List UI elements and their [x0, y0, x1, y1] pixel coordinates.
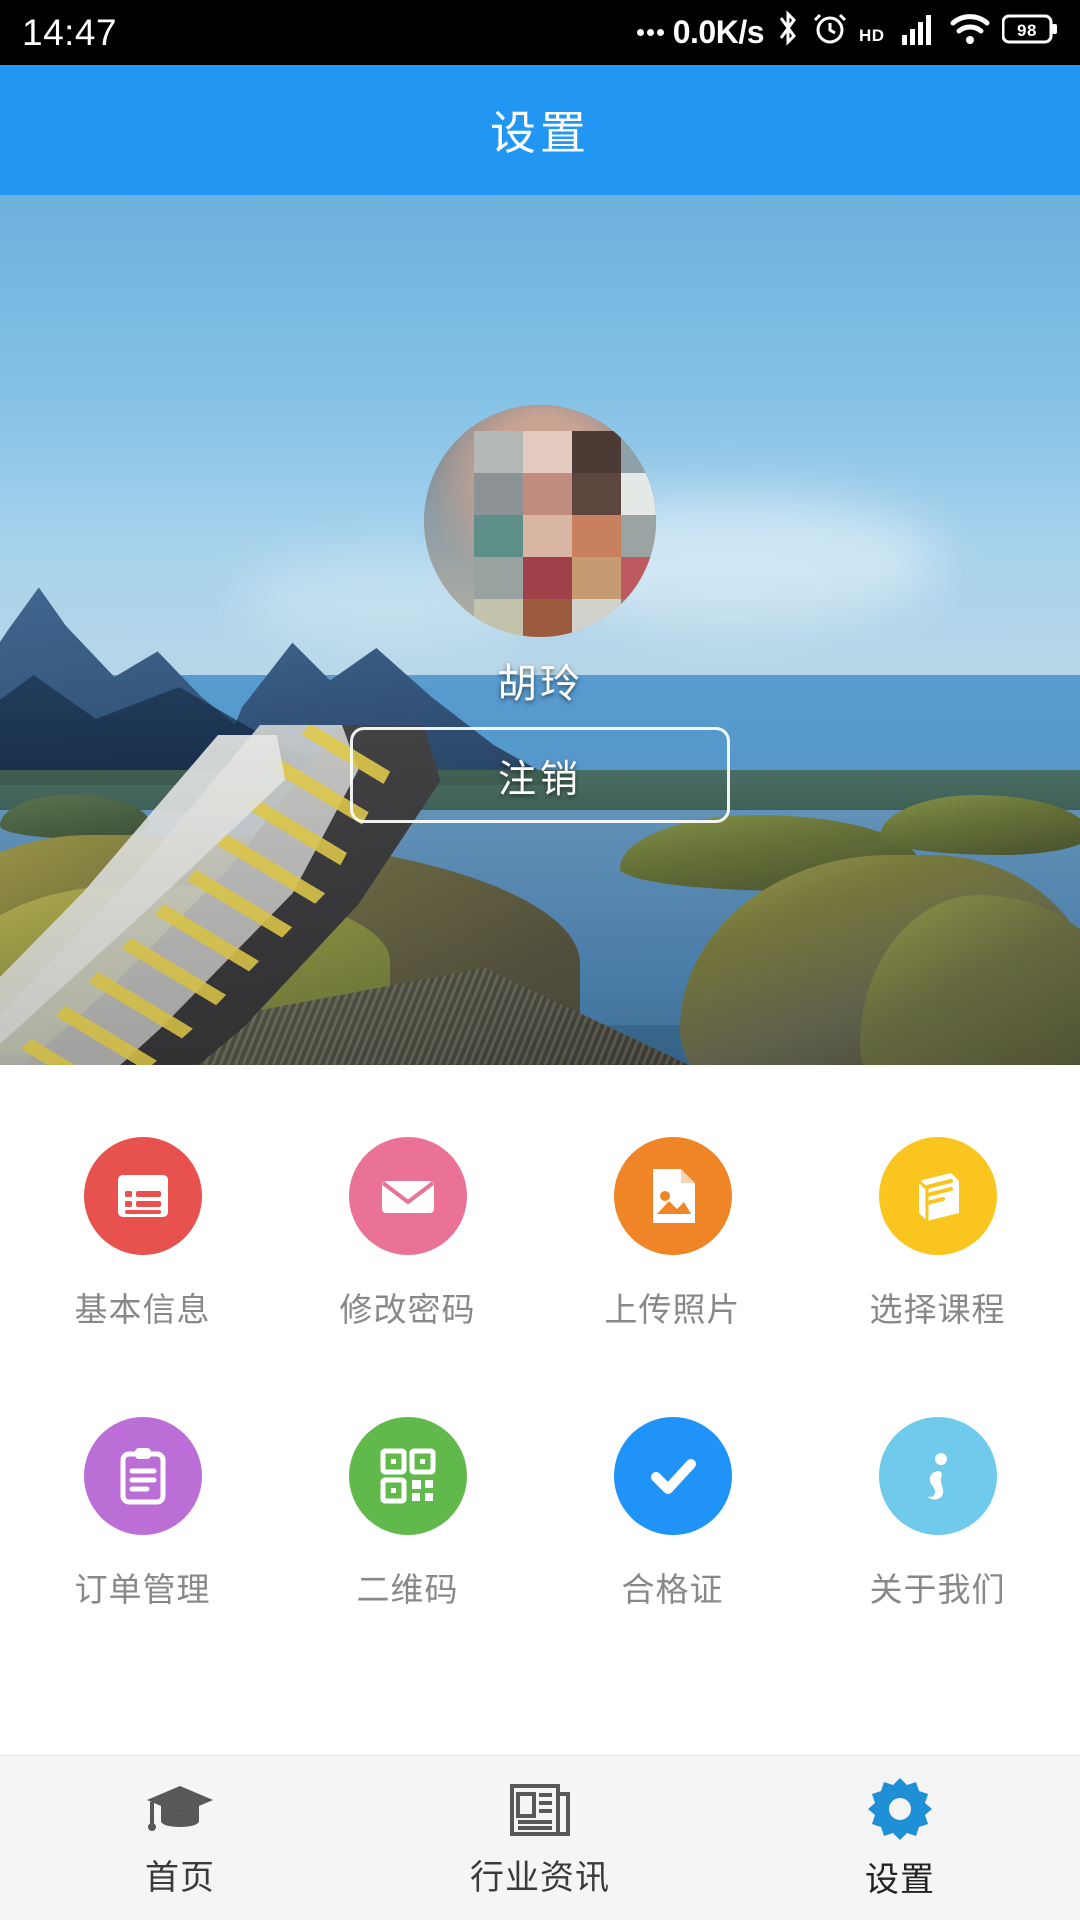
hd-icon: HD	[859, 12, 889, 54]
menu-item-label: 选择课程	[869, 1291, 1006, 1328]
page-title: 设置	[490, 107, 590, 159]
menu-item-label: 修改密码	[339, 1291, 476, 1328]
mosaic-block	[621, 431, 656, 473]
menu-item-label: 基本信息	[74, 1291, 211, 1328]
menu-item-label: 上传照片	[604, 1291, 741, 1328]
mosaic-block	[621, 557, 656, 599]
mosaic-block	[572, 431, 621, 473]
mosaic-block	[474, 599, 523, 637]
mosaic-block	[621, 515, 656, 557]
mosaic-block	[572, 515, 621, 557]
menu-row: 基本信息 修改密码 上传照片 选择课程	[0, 1137, 1080, 1417]
nav-item-label: 设置	[865, 1860, 935, 1899]
bottom-navigation-bar: 首页 行业资讯 设置	[0, 1755, 1080, 1920]
menu-item-label: 合格证	[621, 1571, 724, 1608]
photo-file-icon	[613, 1137, 732, 1255]
mosaic-block	[572, 557, 621, 599]
nav-item-graduation-cap[interactable]: 首页	[0, 1756, 360, 1920]
ellipsis-icon	[636, 29, 664, 36]
mosaic-block	[474, 557, 523, 599]
hero-banner: 胡玲 注销	[0, 195, 1080, 1065]
mosaic-block	[621, 599, 656, 637]
mosaic-block	[523, 515, 572, 557]
menu-item-info[interactable]: 关于我们	[805, 1417, 1070, 1611]
qrcode-icon	[348, 1417, 467, 1535]
menu-item-clipboard[interactable]: 订单管理	[10, 1417, 275, 1611]
nav-item-gear[interactable]: 设置	[720, 1756, 1080, 1920]
cellular-signal-icon	[900, 9, 938, 56]
nav-item-label: 首页	[145, 1858, 215, 1897]
network-speed-label: 0.0K/s	[672, 14, 765, 50]
list-form-icon	[83, 1137, 202, 1255]
mosaic-block	[474, 515, 523, 557]
book-icon	[878, 1137, 997, 1255]
menu-item-label: 二维码	[356, 1571, 459, 1608]
graduation-cap-icon	[143, 1778, 217, 1840]
status-icons: 0.0K/s HD 98	[636, 9, 1058, 56]
info-icon	[878, 1417, 997, 1535]
menu-row: 订单管理 二维码 合格证 关于我们	[0, 1417, 1080, 1697]
avatar[interactable]	[424, 405, 656, 637]
newspaper-icon	[506, 1778, 574, 1840]
user-name: 胡玲	[497, 662, 583, 706]
mosaic-block	[523, 557, 572, 599]
wifi-icon	[949, 9, 991, 56]
mosaic-block	[572, 599, 621, 637]
gear-icon	[867, 1776, 933, 1842]
menu-item-book[interactable]: 选择课程	[805, 1137, 1070, 1331]
logout-button[interactable]: 注销	[350, 727, 730, 823]
status-bar: 14:47 0.0K/s HD 98	[0, 0, 1080, 65]
envelope-icon	[348, 1137, 467, 1255]
app-header: 设置	[0, 65, 1080, 195]
menu-item-photo-file[interactable]: 上传照片	[540, 1137, 805, 1331]
battery-icon: 98	[1001, 12, 1058, 54]
profile-block: 胡玲 注销	[0, 195, 1080, 823]
mosaic-block	[523, 599, 572, 637]
avatar-mosaic-overlay	[474, 431, 656, 637]
mosaic-block	[523, 473, 572, 515]
menu-item-label: 订单管理	[74, 1571, 211, 1608]
mosaic-block	[523, 431, 572, 473]
menu-item-label: 关于我们	[869, 1571, 1006, 1608]
menu-item-check-circle[interactable]: 合格证	[540, 1417, 805, 1611]
check-circle-icon	[613, 1417, 732, 1535]
alarm-icon	[812, 9, 848, 56]
status-clock: 14:47	[22, 12, 118, 53]
clipboard-icon	[83, 1417, 202, 1535]
mosaic-block	[474, 431, 523, 473]
menu-item-qrcode[interactable]: 二维码	[275, 1417, 540, 1611]
settings-menu-grid: 基本信息 修改密码 上传照片 选择课程 订单管理 二维码 合格证 关于我们	[0, 1065, 1080, 1707]
mosaic-block	[572, 473, 621, 515]
nav-item-label: 行业资讯	[470, 1858, 610, 1897]
menu-item-envelope[interactable]: 修改密码	[275, 1137, 540, 1331]
bluetooth-icon	[775, 9, 801, 56]
svg-text:HD: HD	[859, 26, 885, 45]
menu-item-list-form[interactable]: 基本信息	[10, 1137, 275, 1331]
battery-level-label: 98	[1017, 21, 1037, 40]
mosaic-block	[474, 473, 523, 515]
mosaic-block	[621, 473, 656, 515]
nav-item-newspaper[interactable]: 行业资讯	[360, 1756, 720, 1920]
